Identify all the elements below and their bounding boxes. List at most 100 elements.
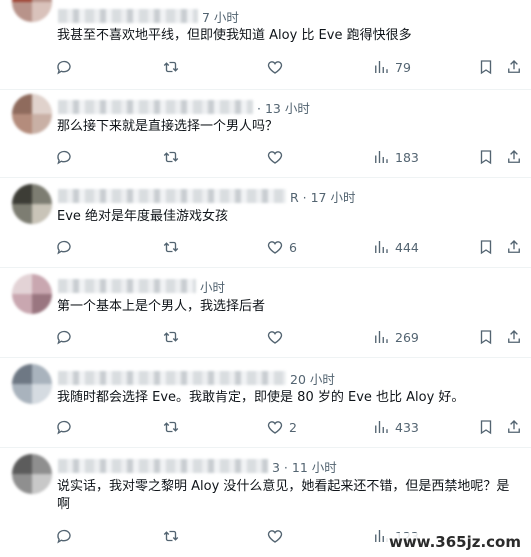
post-time[interactable]: · 13 小时 <box>257 98 310 117</box>
repost-icon <box>163 331 179 343</box>
repost-icon <box>163 530 179 542</box>
repost-button[interactable] <box>162 57 185 77</box>
repost-button[interactable] <box>162 417 185 437</box>
view-count: 269 <box>395 329 419 345</box>
repost-button[interactable] <box>162 526 185 546</box>
share-icon <box>508 330 520 343</box>
share-button[interactable] <box>505 57 523 77</box>
like-button[interactable] <box>266 147 289 167</box>
bookmark-button[interactable] <box>477 327 495 347</box>
post-actions: 79 <box>0 57 531 77</box>
share-icon <box>508 60 520 73</box>
reply-icon <box>57 240 71 255</box>
share-icon <box>508 420 520 433</box>
post-time[interactable]: 小时 <box>200 277 225 296</box>
repost-button[interactable] <box>162 327 185 347</box>
like-button[interactable] <box>266 526 289 546</box>
post-actions: 2 433 <box>0 417 531 437</box>
views-icon <box>375 331 388 343</box>
repost-icon <box>163 421 179 433</box>
views-button[interactable]: 444 <box>372 237 419 257</box>
redacted-author <box>58 459 268 473</box>
reply-button[interactable] <box>55 417 78 437</box>
bookmark-button[interactable] <box>477 57 495 77</box>
view-count: 433 <box>395 419 419 435</box>
redacted-author <box>58 189 286 203</box>
watermark: www.365jz.com <box>384 533 525 551</box>
share-button[interactable] <box>505 417 523 437</box>
share-button[interactable] <box>505 237 523 257</box>
repost-button[interactable] <box>162 147 185 167</box>
view-count: 444 <box>395 239 419 255</box>
reply-icon <box>57 420 71 435</box>
like-count: 2 <box>289 419 297 435</box>
reply-button[interactable] <box>55 526 78 546</box>
avatar[interactable] <box>12 454 52 494</box>
bookmark-button[interactable] <box>477 147 495 167</box>
like-button[interactable]: 6 <box>266 237 297 257</box>
repost-icon <box>163 61 179 73</box>
heart-icon <box>267 421 283 434</box>
like-button[interactable] <box>266 327 289 347</box>
views-icon <box>375 151 388 163</box>
bookmark-icon <box>480 330 492 345</box>
views-icon <box>375 241 388 253</box>
reply-icon <box>57 150 71 165</box>
avatar[interactable] <box>12 274 52 314</box>
post-meta: 20 小时 <box>58 369 335 388</box>
post-meta: 3 · 11 小时 <box>58 457 337 476</box>
repost-icon <box>163 151 179 163</box>
repost-button[interactable] <box>162 237 185 257</box>
redacted-author <box>58 279 196 293</box>
post-time[interactable]: 3 · 11 小时 <box>272 457 337 476</box>
like-button[interactable]: 2 <box>266 417 297 437</box>
post-text: 我甚至不喜欢地平线，但即使我知道 Aloy 比 Eve 跑得快很多 <box>57 28 412 43</box>
like-count: 6 <box>289 239 297 255</box>
views-button[interactable]: 269 <box>372 327 419 347</box>
bookmark-icon <box>480 420 492 435</box>
redacted-author <box>58 371 286 385</box>
post-time[interactable]: 7 小时 <box>202 7 239 26</box>
view-count: 183 <box>395 149 419 165</box>
like-button[interactable] <box>266 57 289 77</box>
views-button[interactable]: 183 <box>372 147 419 167</box>
avatar[interactable] <box>12 0 52 22</box>
reply-button[interactable] <box>55 147 78 167</box>
post-meta: 7 小时 <box>58 7 239 26</box>
post-text: 我随时都会选择 Eve。我敢肯定，即使是 80 岁的 Eve 也比 Aloy 好… <box>57 390 465 405</box>
heart-icon <box>267 530 283 543</box>
views-button[interactable]: 79 <box>372 57 411 77</box>
repost-icon <box>163 241 179 253</box>
avatar[interactable] <box>12 184 52 224</box>
share-button[interactable] <box>505 327 523 347</box>
bookmark-button[interactable] <box>477 237 495 257</box>
reply-icon <box>57 529 71 544</box>
post-text: 说实话，我对零之黎明 Aloy 没什么意见，她看起来还不错，但是西禁地呢？是啊 <box>57 479 510 512</box>
bookmark-icon <box>480 240 492 255</box>
reply-button[interactable] <box>55 327 78 347</box>
share-icon <box>508 150 520 163</box>
avatar[interactable] <box>12 94 52 134</box>
heart-icon <box>267 151 283 164</box>
share-button[interactable] <box>505 147 523 167</box>
heart-icon <box>267 241 283 254</box>
post-actions: 6 444 <box>0 237 531 257</box>
post-actions: 269 <box>0 327 531 347</box>
redacted-author <box>58 9 198 23</box>
post-time[interactable]: R · 17 小时 <box>290 187 356 206</box>
post-actions: 183 <box>0 147 531 167</box>
post-text: Eve 绝对是年度最佳游戏女孩 <box>57 209 229 224</box>
reply-button[interactable] <box>55 237 78 257</box>
bookmark-icon <box>480 150 492 165</box>
bookmark-button[interactable] <box>477 417 495 437</box>
post-text: 那么接下来就是直接选择一个男人吗？ <box>57 119 279 134</box>
redacted-author <box>58 100 253 114</box>
reply-icon <box>57 330 71 345</box>
avatar[interactable] <box>12 364 52 404</box>
reply-button[interactable] <box>55 57 78 77</box>
post-meta: 小时 <box>58 277 225 296</box>
post-time[interactable]: 20 小时 <box>290 369 335 388</box>
views-button[interactable]: 433 <box>372 417 419 437</box>
view-count: 79 <box>395 59 411 75</box>
heart-icon <box>267 61 283 74</box>
